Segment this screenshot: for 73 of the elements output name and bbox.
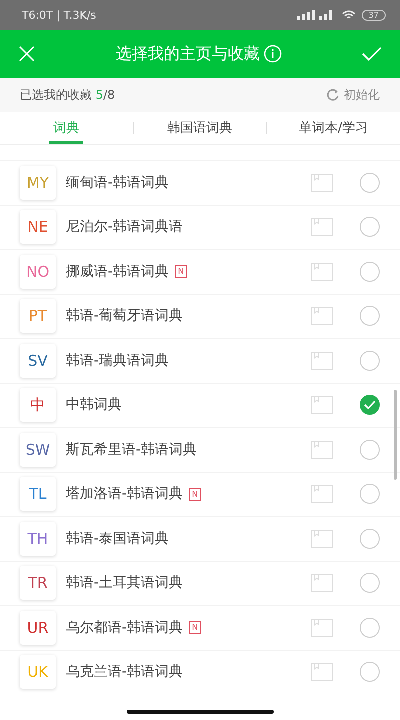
dictionary-name: 尼泊尔-韩语词典语 xyxy=(66,218,184,236)
bookmark-icon[interactable] xyxy=(311,352,333,370)
tab[interactable]: 韩国语词典 xyxy=(134,112,266,144)
dictionary-row[interactable]: SV 韩语-瑞典语词典 xyxy=(0,338,400,382)
refresh-icon xyxy=(327,89,339,101)
dictionary-name: 韩语-土耳其语词典 xyxy=(66,574,184,592)
language-logo: TL xyxy=(20,477,56,512)
battery-icon: 37 xyxy=(362,10,386,20)
dictionary-row[interactable]: NO 挪威语-韩语词典 N xyxy=(0,249,400,294)
bookmark-icon[interactable] xyxy=(311,262,333,281)
radio-button[interactable] xyxy=(360,484,380,504)
language-logo: MY xyxy=(20,166,56,200)
radio-button[interactable] xyxy=(360,573,380,594)
radio-button[interactable] xyxy=(360,662,380,682)
bookmark-icon[interactable] xyxy=(311,574,333,592)
dictionary-name: 塔加洛语-韩语词典 xyxy=(66,485,184,504)
dictionary-name: 斯瓦希里语-韩语词典 xyxy=(66,440,198,459)
radio-button[interactable] xyxy=(360,172,380,193)
dictionary-row[interactable]: PT 韩语-葡萄牙语词典 xyxy=(0,294,400,338)
dictionary-row[interactable]: TL 塔加洛语-韩语词典 N xyxy=(0,472,400,516)
bookmark-icon[interactable] xyxy=(311,396,333,414)
dictionary-row[interactable]: UR 乌尔都语-韩语词典 N xyxy=(0,605,400,650)
dictionary-row[interactable]: TH 韩语-泰国语词典 xyxy=(0,516,400,560)
radio-button[interactable] xyxy=(360,395,380,416)
language-logo: UK xyxy=(20,655,56,690)
radio-button[interactable] xyxy=(360,440,380,460)
checkmark-icon xyxy=(364,400,376,410)
close-icon[interactable] xyxy=(18,45,36,63)
language-logo: TR xyxy=(20,566,56,600)
dictionary-name: 中韩词典 xyxy=(66,396,122,414)
bookmark-icon[interactable] xyxy=(311,307,333,326)
radio-button[interactable] xyxy=(360,217,380,238)
bookmark-icon[interactable] xyxy=(311,174,333,192)
radio-button[interactable] xyxy=(360,262,380,282)
language-logo: 中 xyxy=(20,388,56,422)
dictionary-name: 乌克兰语-韩语词典 xyxy=(66,663,184,682)
language-logo: UR xyxy=(20,610,56,645)
confirm-check-icon[interactable] xyxy=(362,46,382,62)
dictionary-name: 乌尔都语-韩语词典 xyxy=(66,618,184,637)
page-title: 选择我的主页与收藏 xyxy=(116,44,260,64)
dictionary-name: 挪威语-韩语词典 xyxy=(66,262,170,281)
dictionary-name: 缅甸语-韩语词典 xyxy=(66,174,170,192)
dictionary-row[interactable]: MY 缅甸语-韩语词典 xyxy=(0,160,400,204)
dictionary-row[interactable]: NE 尼泊尔-韩语词典语 xyxy=(0,204,400,249)
dictionary-row[interactable]: UK 乌克兰语-韩语词典 xyxy=(0,650,400,694)
language-logo: PT xyxy=(20,299,56,334)
language-logo: SV xyxy=(20,344,56,378)
new-badge: N xyxy=(175,265,188,278)
language-logo: NO xyxy=(20,254,56,289)
dictionary-row[interactable]: TR 韩语-土耳其语词典 xyxy=(0,560,400,605)
radio-button[interactable] xyxy=(360,528,380,549)
new-badge: N xyxy=(189,488,202,501)
language-logo: NE xyxy=(20,210,56,244)
tab[interactable]: 单词本/学习 xyxy=(267,112,400,144)
bookmark-icon[interactable] xyxy=(311,218,333,236)
bookmark-icon[interactable] xyxy=(311,663,333,682)
radio-button[interactable] xyxy=(360,618,380,638)
new-badge: N xyxy=(189,621,202,634)
dictionary-name: 韩语-泰国语词典 xyxy=(66,530,170,548)
language-logo: SW xyxy=(20,432,56,467)
bookmark-icon[interactable] xyxy=(311,618,333,637)
status-text: T6:0T | T.3K/s xyxy=(22,8,96,22)
wifi-icon xyxy=(342,10,356,20)
bookmark-icon[interactable] xyxy=(311,530,333,548)
bookmark-icon[interactable] xyxy=(311,440,333,459)
language-logo: TH xyxy=(20,522,56,556)
selection-count: 已选我的收藏 5/8 xyxy=(20,86,116,104)
dictionary-name: 韩语-葡萄牙语词典 xyxy=(66,307,184,326)
radio-button[interactable] xyxy=(360,306,380,326)
radio-button[interactable] xyxy=(360,350,380,371)
info-icon[interactable] xyxy=(264,45,282,63)
bookmark-icon[interactable] xyxy=(311,485,333,504)
dictionary-name: 韩语-瑞典语词典 xyxy=(66,352,170,370)
